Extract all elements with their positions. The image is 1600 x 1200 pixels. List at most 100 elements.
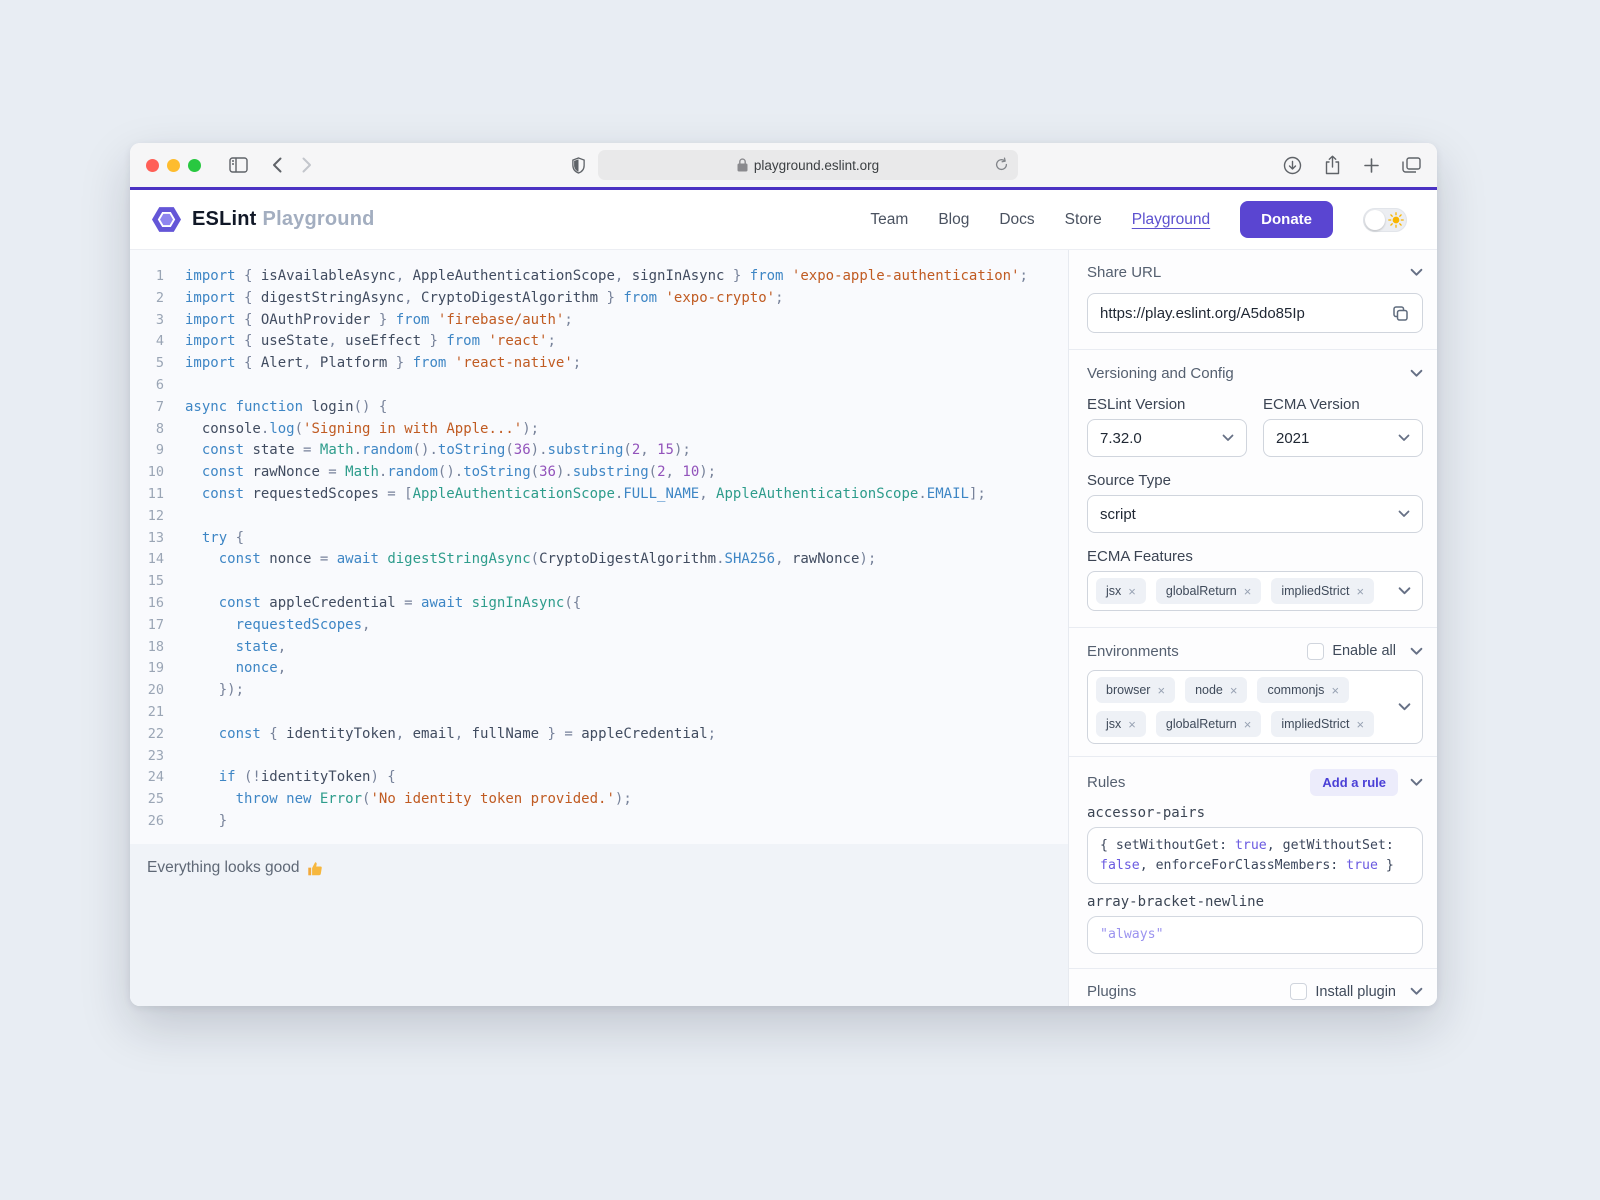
code-line[interactable]: 18 state, xyxy=(130,637,1068,659)
code-line[interactable]: 21 xyxy=(130,702,1068,724)
editor-column: 1import { isAvailableAsync, AppleAuthent… xyxy=(130,249,1068,1006)
remove-chip-icon[interactable]: × xyxy=(1356,717,1364,732)
remove-chip-icon[interactable]: × xyxy=(1230,683,1238,698)
environments-multiselect[interactable]: browser× node× commonjs× jsx× globalReturn× i… xyxy=(1087,670,1423,744)
new-tab-icon[interactable] xyxy=(1363,157,1380,174)
line-number: 1 xyxy=(130,266,164,288)
chip-node[interactable]: node× xyxy=(1185,677,1247,703)
code-line[interactable]: 17 requestedScopes, xyxy=(130,615,1068,637)
sidebar-toggle-icon[interactable] xyxy=(229,157,248,173)
code-line[interactable]: 13 try { xyxy=(130,528,1068,550)
chip-jsx[interactable]: jsx× xyxy=(1096,578,1146,604)
chip-browser[interactable]: browser× xyxy=(1096,677,1175,703)
remove-chip-icon[interactable]: × xyxy=(1331,683,1339,698)
code-line[interactable]: 14 const nonce = await digestStringAsync… xyxy=(130,549,1068,571)
nav-item-docs[interactable]: Docs xyxy=(999,211,1034,229)
line-number: 13 xyxy=(130,528,164,550)
remove-chip-icon[interactable]: × xyxy=(1356,584,1364,599)
section-plugins: Plugins Install plugin xyxy=(1069,969,1437,1007)
address-bar[interactable]: playground.eslint.org xyxy=(598,150,1018,180)
add-rule-button[interactable]: Add a rule xyxy=(1310,769,1398,796)
code-line[interactable]: 2import { digestStringAsync, CryptoDiges… xyxy=(130,288,1068,310)
remove-chip-icon[interactable]: × xyxy=(1128,717,1136,732)
chevron-down-icon[interactable] xyxy=(1398,703,1411,712)
chevron-down-icon[interactable] xyxy=(1398,587,1411,596)
donate-button[interactable]: Donate xyxy=(1240,201,1333,238)
chevron-down-icon xyxy=(1398,434,1410,442)
reload-icon[interactable] xyxy=(994,157,1009,172)
section-environments: Environments Enable all browser×node×com… xyxy=(1069,628,1437,757)
chip-impliedstrict[interactable]: impliedStrict× xyxy=(1271,711,1374,737)
remove-chip-icon[interactable]: × xyxy=(1128,584,1136,599)
share-url-value: https://play.eslint.org/A5do85Ip xyxy=(1100,305,1383,322)
code-line[interactable]: 5import { Alert, Platform } from 'react-… xyxy=(130,353,1068,375)
theme-toggle[interactable] xyxy=(1363,208,1407,232)
code-line[interactable]: 12 xyxy=(130,506,1068,528)
browser-toolbar: playground.eslint.org xyxy=(130,143,1437,187)
share-url-input[interactable]: https://play.eslint.org/A5do85Ip xyxy=(1087,293,1423,333)
chevron-down-icon[interactable] xyxy=(1410,268,1423,277)
code-line[interactable]: 24 if (!identityToken) { xyxy=(130,767,1068,789)
remove-chip-icon[interactable]: × xyxy=(1157,683,1165,698)
plugins-title: Plugins xyxy=(1087,983,1136,1000)
nav-item-blog[interactable]: Blog xyxy=(938,211,969,229)
line-number: 21 xyxy=(130,702,164,724)
code-line[interactable]: 15 xyxy=(130,571,1068,593)
copy-icon[interactable] xyxy=(1391,304,1410,323)
code-line[interactable]: 6 xyxy=(130,375,1068,397)
code-pane[interactable]: 1import { isAvailableAsync, AppleAuthent… xyxy=(130,249,1068,844)
remove-chip-icon[interactable]: × xyxy=(1244,584,1252,599)
code-line[interactable]: 11 const requestedScopes = [AppleAuthent… xyxy=(130,484,1068,506)
code-line[interactable]: 19 nonce, xyxy=(130,658,1068,680)
code-line[interactable]: 3import { OAuthProvider } from 'firebase… xyxy=(130,310,1068,332)
ecma-features-multiselect[interactable]: jsx× globalReturn× impliedStrict× xyxy=(1087,571,1423,611)
eslint-version-select[interactable]: 7.32.0 xyxy=(1087,419,1247,457)
chevron-down-icon[interactable] xyxy=(1410,778,1423,787)
nav-item-playground[interactable]: Playground xyxy=(1132,211,1210,229)
nav-item-store[interactable]: Store xyxy=(1065,211,1102,229)
code-line[interactable]: 20 }); xyxy=(130,680,1068,702)
back-button[interactable] xyxy=(272,157,282,173)
rule-config-input[interactable]: "always" xyxy=(1087,916,1423,954)
ecma-features-label: ECMA Features xyxy=(1087,548,1423,565)
share-icon[interactable] xyxy=(1324,155,1341,175)
zoom-window-button[interactable] xyxy=(188,159,201,172)
code-line[interactable]: 22 const { identityToken, email, fullNam… xyxy=(130,724,1068,746)
chip-commonjs[interactable]: commonjs× xyxy=(1257,677,1349,703)
code-line[interactable]: 26 } xyxy=(130,811,1068,833)
chip-globalreturn[interactable]: globalReturn× xyxy=(1156,711,1261,737)
chip-impliedstrict[interactable]: impliedStrict× xyxy=(1271,578,1374,604)
install-plugin-checkbox[interactable] xyxy=(1290,983,1307,1000)
line-number: 19 xyxy=(130,658,164,680)
rule-config-input[interactable]: { setWithoutGet: true, getWithoutSet: fa… xyxy=(1087,827,1423,884)
code-line[interactable]: 4import { useState, useEffect } from 're… xyxy=(130,331,1068,353)
code-line[interactable]: 1import { isAvailableAsync, AppleAuthent… xyxy=(130,266,1068,288)
source-type-select[interactable]: script xyxy=(1087,495,1423,533)
enable-all-checkbox[interactable] xyxy=(1307,643,1324,660)
line-number: 12 xyxy=(130,506,164,528)
remove-chip-icon[interactable]: × xyxy=(1244,717,1252,732)
brand[interactable]: ESLintPlayground xyxy=(152,206,375,233)
forward-button[interactable] xyxy=(302,157,312,173)
code-line[interactable]: 10 const rawNonce = Math.random().toStri… xyxy=(130,462,1068,484)
nav-item-team[interactable]: Team xyxy=(870,211,908,229)
minimize-window-button[interactable] xyxy=(167,159,180,172)
chevron-down-icon[interactable] xyxy=(1410,987,1423,996)
line-number: 15 xyxy=(130,571,164,593)
close-window-button[interactable] xyxy=(146,159,159,172)
line-number: 16 xyxy=(130,593,164,615)
chevron-down-icon[interactable] xyxy=(1410,369,1423,378)
code-line[interactable]: 8 console.log('Signing in with Apple...'… xyxy=(130,419,1068,441)
code-line[interactable]: 16 const appleCredential = await signInA… xyxy=(130,593,1068,615)
code-line[interactable]: 9 const state = Math.random().toString(3… xyxy=(130,440,1068,462)
tab-overview-icon[interactable] xyxy=(1402,157,1421,174)
chevron-down-icon[interactable] xyxy=(1410,647,1423,656)
code-line[interactable]: 25 throw new Error('No identity token pr… xyxy=(130,789,1068,811)
ecma-version-select[interactable]: 2021 xyxy=(1263,419,1423,457)
shield-icon[interactable] xyxy=(571,157,586,174)
chip-jsx[interactable]: jsx× xyxy=(1096,711,1146,737)
chip-globalreturn[interactable]: globalReturn× xyxy=(1156,578,1261,604)
code-line[interactable]: 7async function login() { xyxy=(130,397,1068,419)
code-line[interactable]: 23 xyxy=(130,746,1068,768)
downloads-icon[interactable] xyxy=(1283,156,1302,175)
